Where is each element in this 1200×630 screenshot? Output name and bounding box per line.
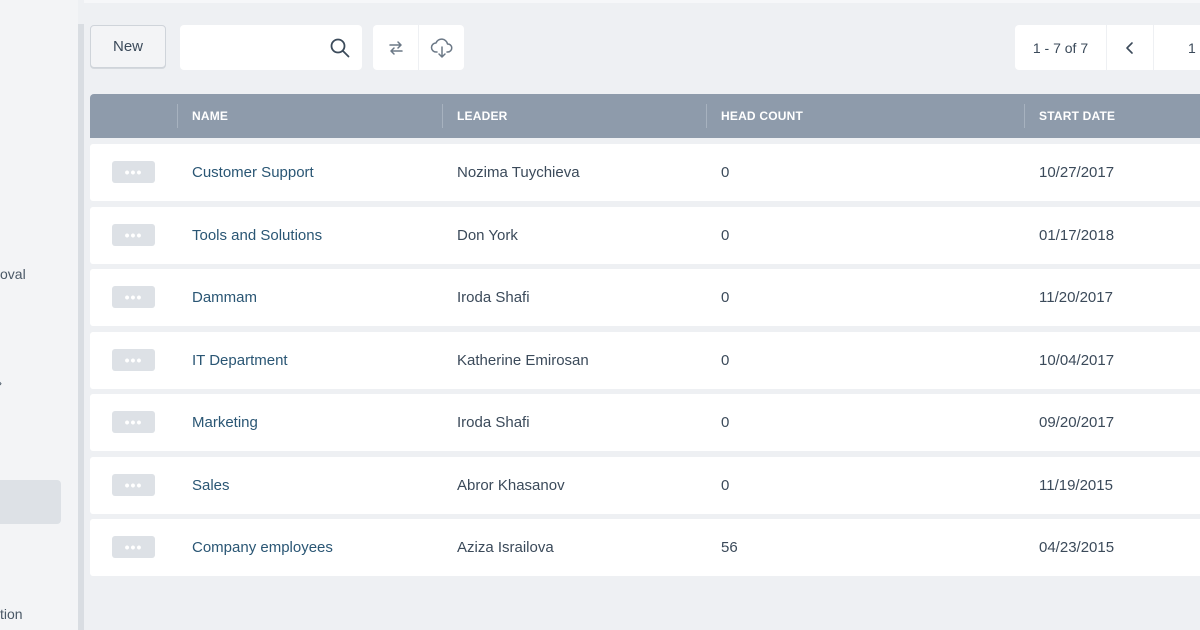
chevron-left-icon [1126,41,1133,54]
cell-name-link[interactable]: IT Department [192,332,288,389]
table-row[interactable]: ••• Sales Abror Khasanov 0 11/19/2015 [90,457,1200,514]
cell-leader: Katherine Emirosan [457,352,589,369]
cell-leader: Aziza Israilova [457,539,554,556]
column-header-head-count[interactable]: HEAD COUNT [721,94,803,138]
table-row[interactable]: ••• Company employees Aziza Israilova 56… [90,519,1200,576]
download-button[interactable] [419,25,464,70]
cell-start-date: 01/17/2018 [1039,227,1115,244]
cell-head-count: 0 [721,289,730,306]
column-header-leader[interactable]: LEADER [457,94,508,138]
cell-start-date: 11/19/2015 [1039,477,1113,494]
column-header-start-date[interactable]: START DATE [1039,94,1115,138]
cell-start-date: 10/27/2017 [1039,164,1115,181]
search-input[interactable] [190,33,324,63]
row-menu-button[interactable]: ••• [112,474,155,496]
table-header: NAME LEADER HEAD COUNT START DATE [90,94,1200,138]
column-separator [1024,104,1025,128]
cell-leader: Nozima Tuychieva [457,164,580,181]
pagination-current-page[interactable]: 1 [1154,25,1200,70]
row-menu-button[interactable]: ••• [112,286,155,308]
cell-leader: Iroda Shafi [457,289,530,306]
sidebar-item-partial-approval[interactable]: oval [0,266,26,282]
cell-name-link[interactable]: Sales [192,457,230,514]
pagination-range: 1 - 7 of 7 [1015,25,1106,70]
column-separator [177,104,178,128]
cell-head-count: 0 [721,414,730,431]
cell-name-link[interactable]: Company employees [192,519,333,576]
column-separator [442,104,443,128]
search-icon[interactable] [329,37,351,59]
sidebar-chevron-icon: › [0,376,2,390]
cell-name-link[interactable]: Marketing [192,394,258,451]
refresh-button[interactable] [373,25,418,70]
cell-start-date: 10/04/2017 [1039,352,1115,369]
column-header-name[interactable]: NAME [192,94,228,138]
new-button[interactable]: New [90,25,166,68]
column-separator [706,104,707,128]
cell-name-link[interactable]: Dammam [192,269,257,326]
cell-start-date: 09/20/2017 [1039,414,1115,431]
row-menu-button[interactable]: ••• [112,411,155,433]
table-row[interactable]: ••• IT Department Katherine Emirosan 0 1… [90,332,1200,389]
sidebar-item-partial-bottom[interactable]: tion [0,606,23,622]
cell-head-count: 0 [721,352,730,369]
table-row[interactable]: ••• Customer Support Nozima Tuychieva 0 … [90,144,1200,201]
sidebar-divider[interactable] [78,24,84,630]
row-menu-button[interactable]: ••• [112,536,155,558]
cell-head-count: 0 [721,164,730,181]
cell-head-count: 0 [721,477,730,494]
table-row[interactable]: ••• Marketing Iroda Shafi 0 09/20/2017 [90,394,1200,451]
sidebar-item-active[interactable] [0,480,61,524]
cell-head-count: 56 [721,539,738,556]
cell-name-link[interactable]: Tools and Solutions [192,207,322,264]
top-strip [84,0,1200,3]
refresh-icon [388,40,403,55]
row-menu-button[interactable]: ••• [112,224,155,246]
cell-start-date: 04/23/2015 [1039,539,1115,556]
table-row[interactable]: ••• Dammam Iroda Shafi 0 11/20/2017 [90,269,1200,326]
cell-head-count: 0 [721,227,730,244]
row-menu-button[interactable]: ••• [112,349,155,371]
cell-leader: Abror Khasanov [457,477,565,494]
cell-start-date: 11/20/2017 [1039,289,1113,306]
cell-name-link[interactable]: Customer Support [192,144,314,201]
cell-leader: Don York [457,227,518,244]
table-row[interactable]: ••• Tools and Solutions Don York 0 01/17… [90,207,1200,264]
row-menu-button[interactable]: ••• [112,161,155,183]
cell-leader: Iroda Shafi [457,414,530,431]
sidebar: oval › tion [0,0,78,630]
pagination-prev-button[interactable] [1107,25,1153,70]
cloud-download-icon [430,37,452,58]
